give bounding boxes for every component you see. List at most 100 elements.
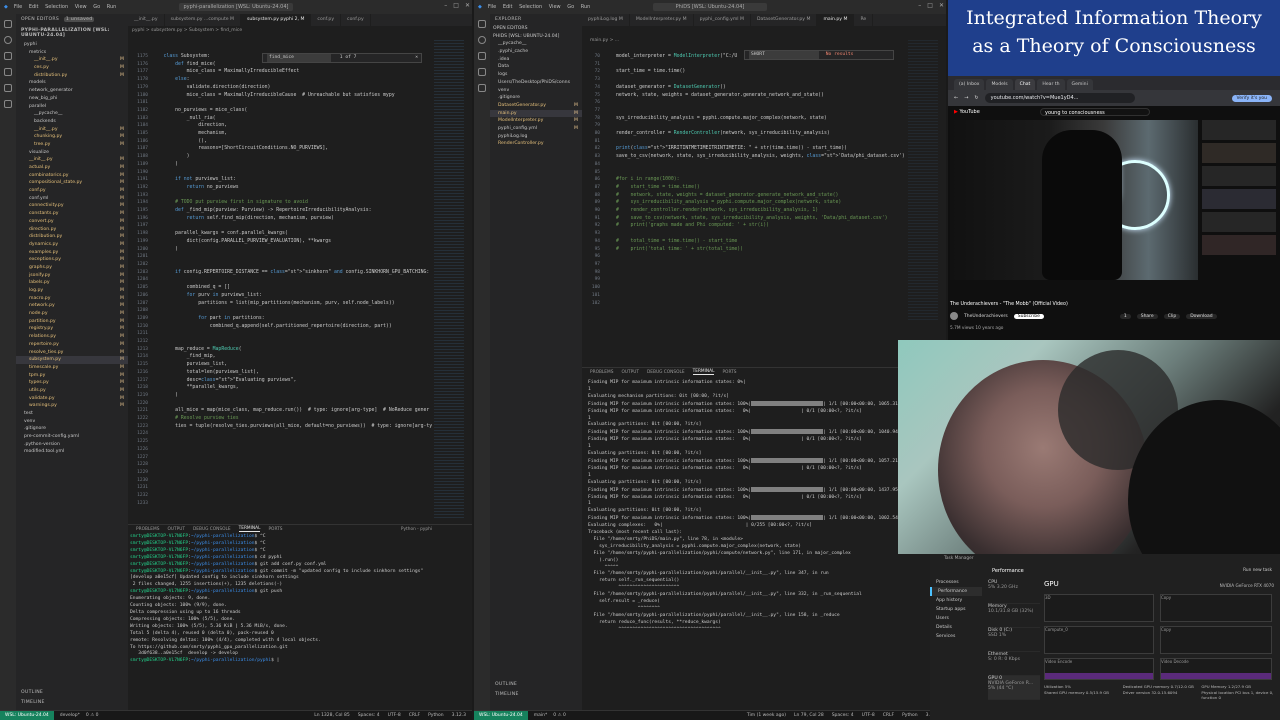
tree-item[interactable]: jsonify.py M [16, 272, 128, 280]
code-line[interactable]: total=len(purviews_list), [152, 369, 432, 377]
tree-item[interactable]: Users/TheDesktop/PhiDS/conns [490, 79, 582, 87]
tree-item[interactable]: labels.py M [16, 279, 128, 287]
browser-tab-models[interactable]: Models [986, 79, 1013, 90]
code-line[interactable]: ​ [616, 269, 906, 277]
panel-tab-output[interactable]: OUTPUT [621, 370, 639, 375]
problems-indicator[interactable]: 0 ⚠ 0 [86, 713, 99, 718]
tab-pyphilog[interactable]: pyphiLog.log M [582, 14, 630, 26]
code-line[interactable]: ​ [152, 338, 432, 346]
language-mode[interactable]: Python [902, 713, 918, 718]
code-line[interactable]: # print('graphs made and Phi computed: '… [616, 222, 906, 230]
code-line[interactable]: ​ [616, 292, 906, 300]
extensions-icon[interactable] [4, 84, 12, 92]
recommended-video[interactable] [1202, 143, 1276, 163]
code-line[interactable]: class Subsystem: [152, 53, 432, 61]
code-line[interactable]: ​ [152, 222, 432, 230]
code-line[interactable]: ​ [616, 230, 906, 238]
tree-item[interactable]: log.py M [16, 287, 128, 295]
tree-item[interactable]: chunking.py M [16, 133, 128, 141]
tree-item[interactable]: network.py M [16, 302, 128, 310]
tree-item[interactable]: metrics [16, 49, 128, 57]
tree-item[interactable]: convert.py M [16, 218, 128, 226]
maximize-icon[interactable]: □ [453, 2, 459, 9]
tree-item[interactable]: __pycache__ [490, 40, 582, 48]
code-line[interactable]: # render_controller.render(network, sys_… [616, 207, 906, 215]
code-line[interactable]: parallel_kwargs = conf.parallel_kwargs( [152, 230, 432, 238]
code-line[interactable]: combined_q.append(self.partitioned_reper… [152, 323, 432, 331]
tree-item[interactable]: main.py M [490, 109, 582, 118]
verify-button[interactable]: Verify it's you [1231, 94, 1272, 102]
tree-item[interactable]: new_big_phi [16, 95, 128, 103]
tree-item[interactable]: parallel [16, 103, 128, 111]
tree-item[interactable]: venv [490, 87, 582, 95]
problems-indicator[interactable]: 0 ⚠ 0 [553, 713, 566, 718]
video-player[interactable] [950, 120, 1198, 280]
download-button[interactable]: Download [1186, 313, 1217, 319]
terminal-output[interactable]: Finding MIP for maximum intrinsic inform… [588, 380, 912, 708]
tree-item[interactable]: __init__.py M [16, 156, 128, 164]
code-line[interactable]: mice_class = MaximallyIrreducibleCause #… [152, 92, 432, 100]
code-line[interactable]: ​ [616, 76, 906, 84]
tab-subsystem-compute[interactable]: subsystem.py ...compute M [165, 14, 242, 26]
source-control-icon[interactable] [478, 52, 486, 60]
resource-cpu[interactable]: CPU 5% 3.20 GHz [988, 580, 1040, 604]
tab-main[interactable]: main.py M [817, 14, 855, 26]
recommended-video[interactable] [1202, 120, 1276, 140]
menu-selection[interactable]: Selection [45, 4, 68, 10]
panel-tab-problems[interactable]: PROBLEMS [136, 527, 159, 532]
tree-item[interactable]: utils.py M [16, 387, 128, 395]
youtube-search-input[interactable]: young to consciousness [1040, 108, 1150, 116]
forward-icon[interactable]: → [964, 95, 968, 101]
nav-users[interactable]: Users [930, 614, 982, 623]
extensions-icon[interactable] [478, 84, 486, 92]
menu-view[interactable]: View [549, 4, 561, 10]
tree-item[interactable]: actual.py M [16, 164, 128, 172]
tree-item[interactable]: compositional_state.py M [16, 179, 128, 187]
tree-item[interactable]: test [16, 410, 128, 418]
tree-item[interactable]: subsystem.py M [16, 356, 128, 364]
tree-item[interactable]: tpm.py M [16, 372, 128, 380]
code-line[interactable]: network, state, weights = dataset_genera… [616, 92, 906, 100]
panel-tab-output[interactable]: OUTPUT [167, 527, 185, 532]
encoding[interactable]: UTF-8 [862, 713, 875, 718]
tree-item[interactable]: tree.py M [16, 141, 128, 149]
share-button[interactable]: Share [1136, 313, 1158, 319]
root-folder[interactable]: PYPHI-PARALLELIZATION [WSL: UBUNTU-24.04… [16, 25, 128, 41]
code-line[interactable]: no_purviews = mice_class( [152, 107, 432, 115]
tree-item[interactable]: Data [490, 63, 582, 71]
tree-item[interactable]: RenderController.py [490, 140, 582, 148]
code-line[interactable]: ​ [616, 61, 906, 69]
code-line[interactable]: ) [152, 392, 432, 400]
code-line[interactable]: # save_to_csv(network, state, sys_irredu… [616, 215, 906, 223]
menu-edit[interactable]: Edit [29, 4, 39, 10]
tree-item[interactable]: __pycache__ [16, 110, 128, 118]
tab-conf-py-2[interactable]: conf.py [341, 14, 371, 26]
code-line[interactable]: mechanism, [152, 130, 432, 138]
terminal-output[interactable]: smrty@DESKTOP-VL7N6FP:~/pyphi-paralleliz… [130, 534, 470, 709]
tree-item[interactable]: warnings.py M [16, 402, 128, 410]
address-bar[interactable]: youtube.com/watch?v=Mue1yD4... [984, 93, 1135, 103]
breadcrumb[interactable]: pyphi > subsystem.py > Subsystem > find_… [128, 26, 242, 35]
nav-app-history[interactable]: App history [930, 596, 982, 605]
tree-item[interactable]: visualize [16, 149, 128, 157]
tree-item[interactable]: .pyphi_cache [490, 48, 582, 56]
code-line[interactable]: all_mice = map(mice_class, map_reduce.ru… [152, 407, 432, 415]
recommended-video[interactable] [1202, 212, 1276, 232]
nav-startup[interactable]: Startup apps [930, 605, 982, 614]
cursor-position[interactable]: Ln 1328, Col 85 [314, 713, 349, 718]
nav-performance[interactable]: Performance [930, 587, 982, 596]
eol[interactable]: CRLF [409, 713, 420, 718]
tree-item[interactable]: .gitignore [16, 425, 128, 433]
code-line[interactable]: ) [152, 153, 432, 161]
tree-item[interactable]: timescale.py M [16, 364, 128, 372]
tree-item[interactable]: node.py M [16, 310, 128, 318]
tab-pyphi-config[interactable]: pyphi_config.yml M [694, 14, 752, 26]
code-line[interactable]: # network, state, weights = dataset_gene… [616, 192, 906, 200]
panel-tab-ports[interactable]: PORTS [268, 527, 282, 532]
code-line[interactable]: ​ [616, 107, 906, 115]
code-line[interactable]: ​ [152, 169, 432, 177]
search-icon[interactable] [4, 36, 12, 44]
code-line[interactable]: ​ [152, 99, 432, 107]
code-line[interactable]: # Resolve purview ties [152, 415, 432, 423]
tab-init[interactable]: __init__.py [128, 14, 165, 26]
